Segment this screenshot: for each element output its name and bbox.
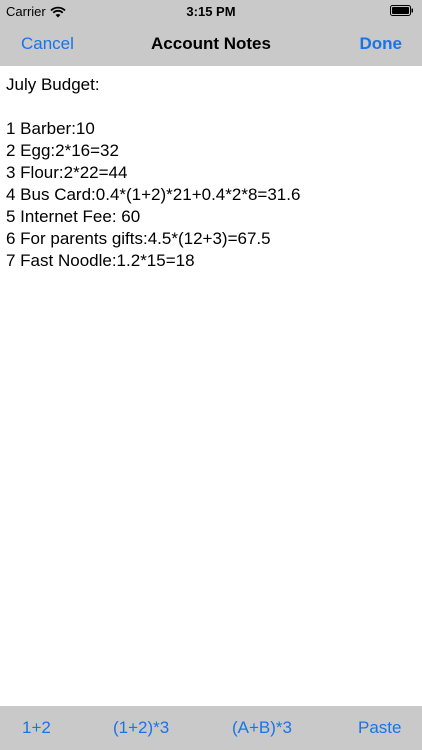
status-time: 3:15 PM (186, 4, 236, 19)
battery-icon (390, 5, 413, 16)
input-toolbar: 1+2 (1+2)*3 (A+B)*3 Paste (0, 706, 422, 750)
done-button[interactable]: Done (360, 34, 403, 54)
note-line: 2 Egg:2*16=32 (6, 141, 119, 160)
status-bar: Carrier 3:15 PM (0, 0, 422, 22)
note-line: 5 Internet Fee: 60 (6, 207, 141, 226)
screen: Carrier 3:15 PM Cancel Account Notes Don… (0, 0, 422, 750)
note-line: July Budget: (6, 75, 100, 94)
note-line: 1 Barber:10 (6, 119, 95, 138)
notes-text-area[interactable]: July Budget: 1 Barber:10 2 Egg:2*16=32 3… (6, 74, 416, 272)
note-line: 6 For parents gifts:4.5*(12+3)=67.5 (6, 229, 271, 248)
insert-paren-times-3-button[interactable]: (1+2)*3 (113, 718, 169, 738)
note-line: 7 Fast Noodle:1.2*15=18 (6, 251, 195, 270)
nav-bar: Cancel Account Notes Done (0, 22, 422, 66)
insert-1-plus-2-button[interactable]: 1+2 (22, 718, 51, 738)
insert-a-plus-b-times-3-button[interactable]: (A+B)*3 (232, 718, 292, 738)
paste-button[interactable]: Paste (358, 718, 401, 738)
note-line (6, 96, 416, 118)
top-bar: Carrier 3:15 PM Cancel Account Notes Don… (0, 0, 422, 66)
note-line: 4 Bus Card:0.4*(1+2)*21+0.4*2*8=31.6 (6, 185, 301, 204)
note-line: 3 Flour:2*22=44 (6, 163, 128, 182)
